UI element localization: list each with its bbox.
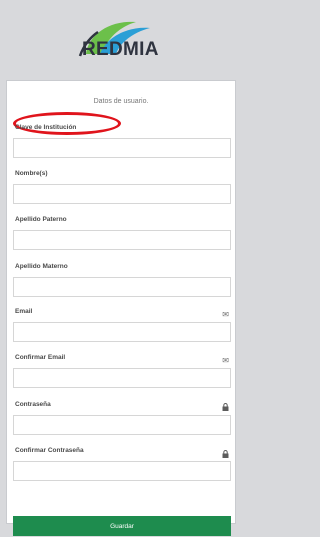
apellido-materno-label: Apellido Materno — [15, 263, 68, 270]
apellido-paterno-label: Apellido Paterno — [15, 216, 67, 223]
nombre-label: Nombre(s) — [15, 170, 48, 177]
confirm-password-label: Confirmar Contraseña — [15, 447, 84, 454]
save-button[interactable]: Guardar — [13, 516, 231, 536]
envelope-icon: ✉ — [222, 310, 229, 319]
password-label: Contraseña — [15, 401, 51, 408]
apellido-materno-input[interactable] — [13, 277, 231, 297]
envelope-icon: ✉ — [222, 356, 229, 365]
password-input[interactable] — [13, 415, 231, 435]
form-subtitle: Datos de usuario. — [93, 98, 149, 105]
clave-label: Clave de Institución — [15, 124, 77, 131]
nombre-input[interactable] — [13, 184, 231, 204]
header-logo-area: REDMIA — [0, 0, 242, 78]
lock-icon — [222, 450, 229, 458]
confirm-email-input[interactable] — [13, 368, 231, 388]
email-input[interactable] — [13, 322, 231, 342]
apellido-paterno-input[interactable] — [13, 230, 231, 250]
email-label: Email — [15, 308, 33, 315]
brand-name: REDMIA — [82, 39, 159, 60]
clave-input[interactable] — [13, 138, 231, 158]
lock-icon — [222, 403, 229, 411]
registration-form: Datos de usuario. Clave de Institución N… — [6, 80, 236, 536]
confirm-password-input[interactable] — [13, 461, 231, 481]
confirm-email-label: Confirmar Email — [15, 354, 66, 361]
